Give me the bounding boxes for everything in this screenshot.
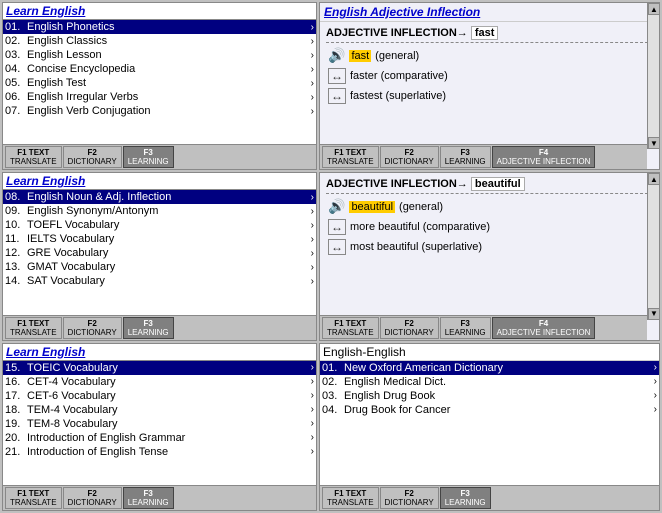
adj2-title-row: ADJECTIVE INFLECTION→ beautiful — [320, 173, 659, 193]
adj2-toolbar-f2[interactable]: F2 DICTIONARY — [380, 317, 439, 339]
toolbar-btn-f1[interactable]: F1 TEXT TRANSLATE — [5, 146, 62, 168]
list-item[interactable]: 01. New Oxford American Dictionary › — [320, 361, 659, 375]
ee-toolbar-f1[interactable]: F1 TEXT TRANSLATE — [322, 487, 379, 509]
left-panel-section-2: Learn English 08. English Noun & Adj. In… — [2, 172, 317, 340]
ee-toolbar-f3[interactable]: F3 LEARNING — [440, 487, 491, 509]
panel2-toolbar: F1 TEXT TRANSLATE F2 DICTIONARY F3 LEARN… — [3, 315, 316, 340]
list-item[interactable]: 10. TOEFL Vocabulary › — [3, 218, 316, 232]
panel1-toolbar: F1 TEXT TRANSLATE F2 DICTIONARY F3 LEARN… — [3, 144, 316, 169]
adj2-toolbar: F1 TEXT TRANSLATE F2 DICTIONARY F3 LEARN… — [320, 315, 647, 340]
list-item[interactable]: 08. English Noun & Adj. Inflection › — [3, 190, 316, 204]
sound-icon: 🔊 — [328, 47, 345, 64]
adj1-section-title: English Adjective Inflection — [320, 3, 659, 22]
adj1-title-row: ADJECTIVE INFLECTION→ fast — [320, 22, 659, 42]
superlative-icon: ↔ — [328, 88, 346, 104]
list-item[interactable]: 06. English Irregular Verbs › — [3, 90, 316, 104]
toolbar-btn-f3[interactable]: F3 LEARNING — [123, 487, 174, 509]
list-item[interactable]: 18. TEM-4 Vocabulary › — [3, 403, 316, 417]
compare-icon: ↔ — [328, 219, 346, 235]
compare-icon: ↔ — [328, 68, 346, 84]
list-item[interactable]: 05. English Test › — [3, 76, 316, 90]
scroll-track — [648, 15, 659, 137]
toolbar-btn-f2[interactable]: F2 DICTIONARY — [63, 317, 122, 339]
ee-header: English-English — [320, 344, 659, 361]
adj2-item-2[interactable]: ↔ more beautiful (comparative) — [328, 217, 651, 237]
adj1-content: 🔊 fast (general) ↔ faster (comparative) … — [320, 43, 659, 144]
scroll-up-btn[interactable]: ▲ — [648, 173, 660, 185]
toolbar-btn-f3[interactable]: F3 LEARNING — [123, 146, 174, 168]
list-item[interactable]: 14. SAT Vocabulary › — [3, 274, 316, 288]
ee-toolbar: F1 TEXT TRANSLATE F2 DICTIONARY F3 LEARN… — [320, 485, 659, 510]
adj1-toolbar-f3[interactable]: F3 LEARNING — [440, 146, 491, 168]
adj1-toolbar: F1 TEXT TRANSLATE F2 DICTIONARY F3 LEARN… — [320, 144, 647, 169]
ee-toolbar-f2[interactable]: F2 DICTIONARY — [380, 487, 439, 509]
list-item[interactable]: 19. TEM-8 Vocabulary › — [3, 417, 316, 431]
sound-icon: 🔊 — [328, 198, 345, 215]
list-item[interactable]: 13. GMAT Vocabulary › — [3, 260, 316, 274]
panel3-toolbar: F1 TEXT TRANSLATE F2 DICTIONARY F3 LEARN… — [3, 485, 316, 510]
list-item[interactable]: 17. CET-6 Vocabulary › — [3, 389, 316, 403]
left-panel-section-3: Learn English 15. TOEIC Vocabulary › 16.… — [2, 343, 317, 511]
adj1-toolbar-f4[interactable]: F4 ADJECTIVE INFLECTION — [492, 146, 596, 168]
list-item[interactable]: 04. Drug Book for Cancer › — [320, 403, 659, 417]
ee-list: 01. New Oxford American Dictionary › 02.… — [320, 361, 659, 485]
left-panel-section-1: Learn English 01. English Phonetics › 02… — [2, 2, 317, 170]
adj2-item-1[interactable]: 🔊 beautiful (general) — [328, 196, 651, 217]
list-item[interactable]: 03. English Drug Book › — [320, 389, 659, 403]
panel3-header: Learn English — [3, 344, 316, 361]
adj1-item-3[interactable]: ↔ fastest (superlative) — [328, 86, 651, 106]
list-item[interactable]: 02. English Medical Dict. › — [320, 375, 659, 389]
panel1-header: Learn English — [3, 3, 316, 20]
toolbar-btn-f1[interactable]: F1 TEXT TRANSLATE — [5, 317, 62, 339]
list-item[interactable]: 03. English Lesson › — [3, 48, 316, 62]
adj2-toolbar-f1[interactable]: F1 TEXT TRANSLATE — [322, 317, 379, 339]
toolbar-btn-f2[interactable]: F2 DICTIONARY — [63, 487, 122, 509]
adj1-item-1[interactable]: 🔊 fast (general) — [328, 45, 651, 66]
adj2-item-3[interactable]: ↔ most beautiful (superlative) — [328, 237, 651, 257]
scroll-track — [648, 185, 659, 307]
list-item[interactable]: 09. English Synonym/Antonym › — [3, 204, 316, 218]
adj1-toolbar-f2[interactable]: F2 DICTIONARY — [380, 146, 439, 168]
english-english-section: English-English 01. New Oxford American … — [319, 343, 660, 511]
adj2-content: 🔊 beautiful (general) ↔ more beautiful (… — [320, 194, 659, 314]
adj-inflection-2: ADJECTIVE INFLECTION→ beautiful 🔊 beauti… — [319, 172, 660, 340]
list-item[interactable]: 07. English Verb Conjugation › — [3, 104, 316, 118]
list-item[interactable]: 02. English Classics › — [3, 34, 316, 48]
scroll-down-btn[interactable]: ▼ — [648, 308, 660, 320]
scroll-down-btn[interactable]: ▼ — [648, 137, 660, 149]
toolbar-btn-f2[interactable]: F2 DICTIONARY — [63, 146, 122, 168]
scroll-up-btn[interactable]: ▲ — [648, 3, 660, 15]
list-item[interactable]: 11. IELTS Vocabulary › — [3, 232, 316, 246]
panel2-list: 08. English Noun & Adj. Inflection › 09.… — [3, 190, 316, 314]
superlative-icon: ↔ — [328, 239, 346, 255]
adj2-scrollbar[interactable]: ▲ ▼ — [647, 173, 659, 319]
list-item[interactable]: 12. GRE Vocabulary › — [3, 246, 316, 260]
panel2-header: Learn English — [3, 173, 316, 190]
adj1-toolbar-f1[interactable]: F1 TEXT TRANSLATE — [322, 146, 379, 168]
list-item[interactable]: 01. English Phonetics › — [3, 20, 316, 34]
panel1-list: 01. English Phonetics › 02. English Clas… — [3, 20, 316, 144]
adj1-item-2[interactable]: ↔ faster (comparative) — [328, 66, 651, 86]
adj-inflection-1: English Adjective Inflection ADJECTIVE I… — [319, 2, 660, 170]
adj2-toolbar-f4[interactable]: F4 ADJECTIVE INFLECTION — [492, 317, 596, 339]
list-item[interactable]: 15. TOEIC Vocabulary › — [3, 361, 316, 375]
adj1-scrollbar[interactable]: ▲ ▼ — [647, 3, 659, 149]
list-item[interactable]: 20. Introduction of English Grammar › — [3, 431, 316, 445]
toolbar-btn-f3[interactable]: F3 LEARNING — [123, 317, 174, 339]
left-panel: Learn English 01. English Phonetics › 02… — [2, 2, 317, 511]
adj2-toolbar-f3[interactable]: F3 LEARNING — [440, 317, 491, 339]
list-item[interactable]: 21. Introduction of English Tense › — [3, 445, 316, 459]
list-item[interactable]: 04. Concise Encyclopedia › — [3, 62, 316, 76]
right-panel: English Adjective Inflection ADJECTIVE I… — [319, 2, 660, 511]
list-item[interactable]: 16. CET-4 Vocabulary › — [3, 375, 316, 389]
panel3-list: 15. TOEIC Vocabulary › 16. CET-4 Vocabul… — [3, 361, 316, 485]
toolbar-btn-f1[interactable]: F1 TEXT TRANSLATE — [5, 487, 62, 509]
